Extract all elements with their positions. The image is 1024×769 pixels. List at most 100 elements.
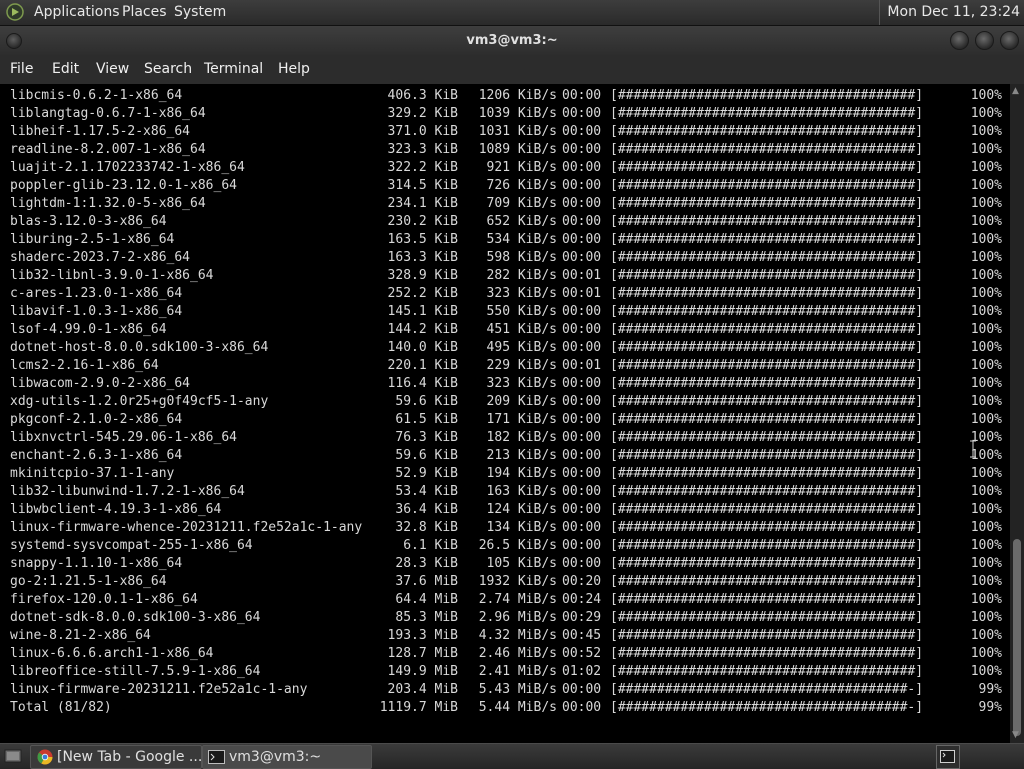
package-name: libcmis-0.6.2-1-x86_64: [10, 88, 183, 103]
download-rate: 194 KiB/s: [486, 466, 557, 481]
download-time: 00:01: [562, 286, 602, 301]
download-percent: 100%: [970, 268, 1002, 283]
places-menu[interactable]: Places: [122, 0, 167, 25]
package-name: libwacom-2.9.0-2-x86_64: [10, 376, 191, 391]
download-rate: 726 KiB/s: [486, 178, 557, 193]
download-size: 128.7 MiB: [387, 646, 458, 661]
scroll-down-icon[interactable]: ▼: [1012, 730, 1019, 740]
ibeam-cursor-icon: [970, 440, 976, 458]
download-percent: 100%: [970, 610, 1002, 625]
package-name: xdg-utils-1.2.0r25+g0f49cf5-1-any: [10, 394, 269, 409]
top-panel: Applications Places System Mon Dec 11, 2…: [0, 0, 1024, 26]
download-rate: 495 KiB/s: [486, 340, 557, 355]
taskbar-item-browser[interactable]: [New Tab - Google ...: [30, 745, 202, 769]
download-size: 328.9 KiB: [387, 268, 458, 283]
distro-logo-icon[interactable]: [6, 3, 24, 21]
applications-menu[interactable]: Applications: [34, 0, 120, 25]
menu-edit[interactable]: Edit: [52, 55, 79, 84]
show-desktop-icon[interactable]: [4, 748, 22, 764]
download-percent: 100%: [970, 250, 1002, 265]
download-percent: 100%: [970, 448, 1002, 463]
menu-search[interactable]: Search: [144, 55, 192, 84]
download-percent: 100%: [970, 232, 1002, 247]
download-percent: 100%: [970, 646, 1002, 661]
download-size: 163.5 KiB: [387, 232, 458, 247]
download-size: 144.2 KiB: [387, 322, 458, 337]
download-line: enchant-2.6.3-1-x86_64 59.6 KiB 213 KiB/s 0…: [0, 447, 1010, 465]
scroll-up-icon[interactable]: ▲: [1012, 86, 1019, 96]
menu-file[interactable]: File: [10, 55, 33, 84]
workspace-terminal-icon: [940, 750, 955, 763]
download-line: wine-8.21-2-x86_64 193.3 MiB 4.32 MiB/s 00:…: [0, 627, 1010, 645]
taskbar-item-terminal[interactable]: vm3@vm3:~: [202, 745, 372, 769]
panel-clock[interactable]: Mon Dec 11, 23:24: [879, 0, 1024, 25]
progress-bar-text: [######################################]: [610, 574, 924, 589]
download-time: 00:00: [562, 160, 602, 175]
progress-bar-text: [######################################]: [610, 340, 924, 355]
download-rate: 1031 KiB/s: [478, 124, 557, 139]
window-titlebar[interactable]: vm3@vm3:~: [0, 26, 1024, 55]
package-name: firefox-120.0.1-1-x86_64: [10, 592, 198, 607]
total-progress-line: Total (81/82) 1119.7 MiB 5.44 MiB/s 00:00 [#…: [0, 699, 1010, 717]
window-title: vm3@vm3:~: [466, 33, 558, 48]
package-name: pkgconf-2.1.0-2-x86_64: [10, 412, 183, 427]
progress-bar-text: [######################################]: [610, 178, 924, 193]
package-name: libheif-1.17.5-2-x86_64: [10, 124, 191, 139]
terminal-scrollbar[interactable]: ▲ ▼: [1010, 84, 1024, 743]
maximize-button[interactable]: [975, 31, 994, 50]
package-name: readline-8.2.007-1-x86_64: [10, 142, 206, 157]
download-rate: 105 KiB/s: [486, 556, 557, 571]
download-line: xdg-utils-1.2.0r25+g0f49cf5-1-any 59.6 Ki…: [0, 393, 1010, 411]
download-rate: 451 KiB/s: [486, 322, 557, 337]
download-size: 329.2 KiB: [387, 106, 458, 121]
close-button[interactable]: [1000, 31, 1019, 50]
progress-bar-text: [######################################]: [610, 88, 924, 103]
progress-bar-text: [######################################]: [610, 304, 924, 319]
download-rate: 598 KiB/s: [486, 250, 557, 265]
terminal-icon: [208, 750, 225, 764]
download-time: 00:00: [562, 466, 602, 481]
download-percent: 100%: [970, 502, 1002, 517]
package-name: c-ares-1.23.0-1-x86_64: [10, 286, 183, 301]
download-percent: 100%: [970, 286, 1002, 301]
download-percent: 100%: [970, 628, 1002, 643]
download-time: 00:00: [562, 394, 602, 409]
download-time: 00:00: [562, 340, 602, 355]
terminal-output[interactable]: libcmis-0.6.2-1-x86_64 406.3 KiB 1206 KiB/…: [0, 84, 1010, 743]
download-size: 36.4 KiB: [395, 502, 458, 517]
download-line: mkinitcpio-37.1-1-any 52.9 KiB 194 KiB/s 00…: [0, 465, 1010, 483]
progress-bar-text: [######################################]: [610, 214, 924, 229]
download-size: 203.4 MiB: [387, 682, 458, 697]
download-line: snappy-1.1.10-1-x86_64 28.3 KiB 105 KiB/s 0…: [0, 555, 1010, 573]
download-line: libxnvctrl-545.29.06-1-x86_64 76.3 KiB 182…: [0, 429, 1010, 447]
package-name: linux-firmware-20231211.f2e52a1c-1-any: [10, 682, 308, 697]
scrollbar-thumb[interactable]: [1013, 539, 1021, 736]
download-time: 00:00: [562, 682, 602, 697]
progress-bar-text: [######################################]: [610, 466, 924, 481]
download-time: 00:00: [562, 376, 602, 391]
menu-terminal[interactable]: Terminal: [204, 55, 263, 84]
workspace-switcher[interactable]: [936, 745, 960, 769]
download-size: 371.0 KiB: [387, 124, 458, 139]
download-size: 220.1 KiB: [387, 358, 458, 373]
download-time: 00:00: [562, 412, 602, 427]
download-time: 00:00: [562, 484, 602, 499]
download-size: 6.1 KiB: [403, 538, 458, 553]
menu-view[interactable]: View: [96, 55, 129, 84]
download-size: 37.6 MiB: [395, 574, 458, 589]
download-time: 00:00: [562, 232, 602, 247]
progress-bar-text: [######################################]: [610, 610, 924, 625]
download-time: 00:20: [562, 574, 602, 589]
download-time: 00:00: [562, 304, 602, 319]
download-rate: 921 KiB/s: [486, 160, 557, 175]
download-line: pkgconf-2.1.0-2-x86_64 61.5 KiB 171 KiB/s 0…: [0, 411, 1010, 429]
download-size: 406.3 KiB: [387, 88, 458, 103]
system-menu[interactable]: System: [174, 0, 226, 25]
menu-help[interactable]: Help: [278, 55, 310, 84]
download-percent: 100%: [970, 160, 1002, 175]
download-percent: 100%: [970, 574, 1002, 589]
download-line: dotnet-sdk-8.0.0.sdk100-3-x86_64 85.3 MiB…: [0, 609, 1010, 627]
download-time: 00:00: [562, 520, 602, 535]
package-name: liblangtag-0.6.7-1-x86_64: [10, 106, 206, 121]
minimize-button[interactable]: [950, 31, 969, 50]
